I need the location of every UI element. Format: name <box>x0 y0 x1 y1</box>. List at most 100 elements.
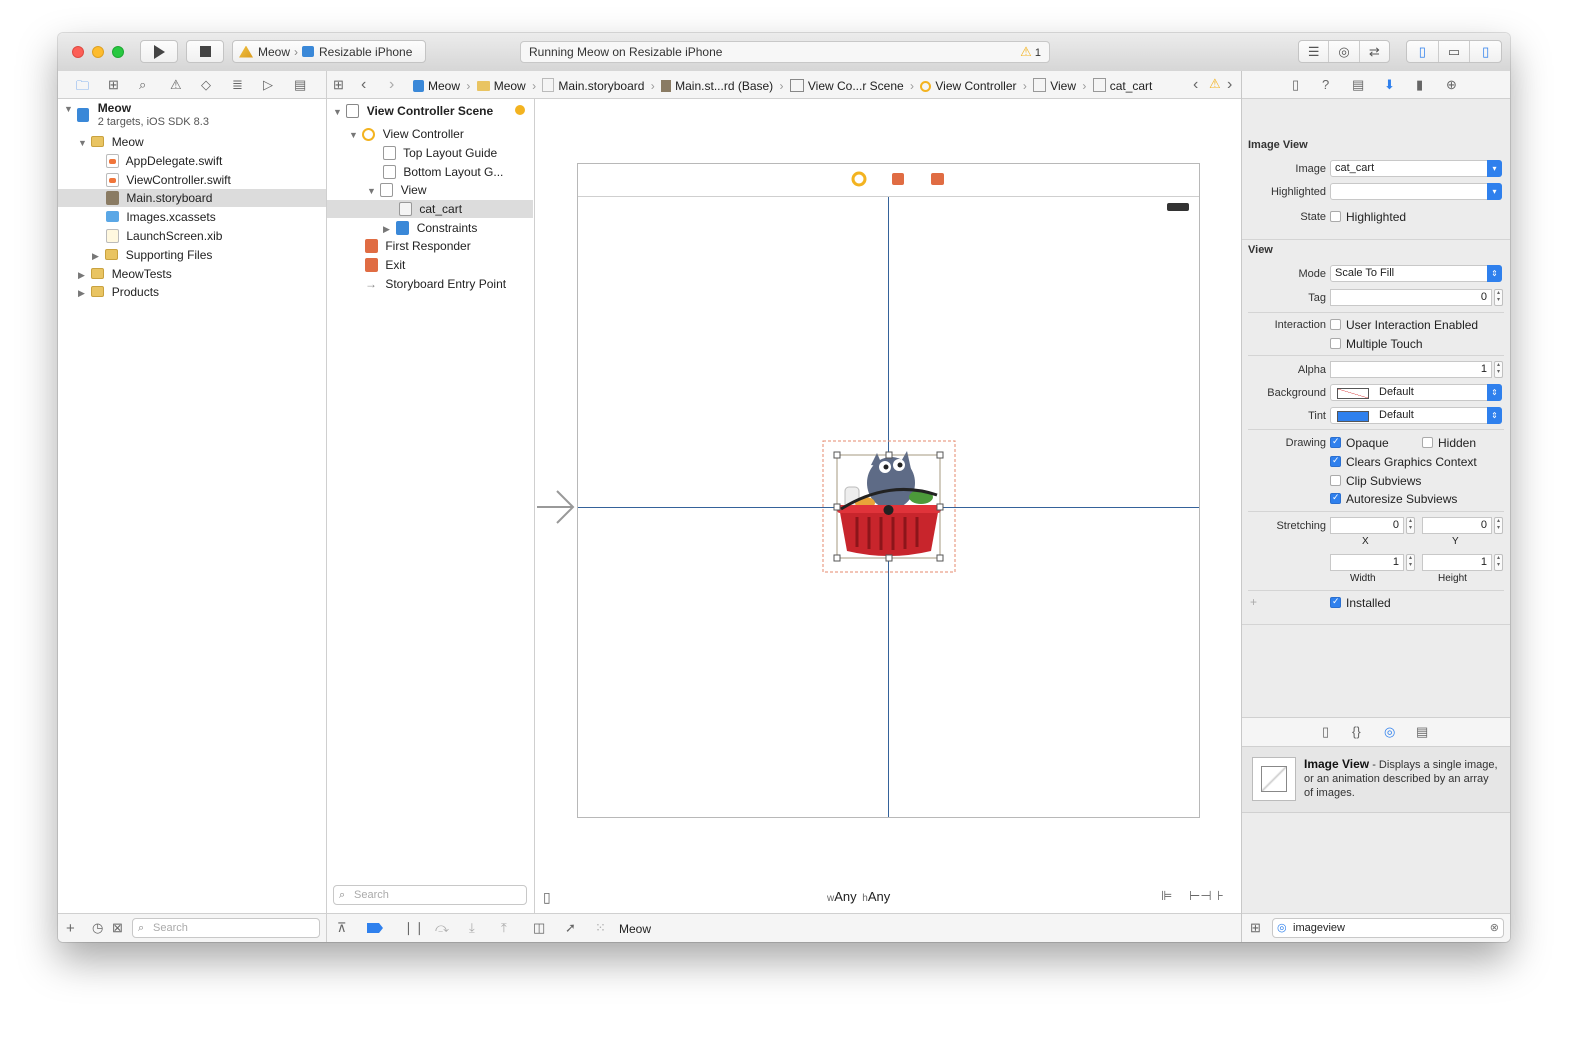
step-over-icon[interactable]: ⤼ <box>435 920 449 936</box>
disclosure-closed-icon[interactable]: ▶ <box>78 284 88 302</box>
tag-field[interactable]: 0 <box>1330 289 1492 306</box>
group-row[interactable]: ▼ Meow <box>78 133 144 151</box>
step-into-icon[interactable]: ⤓ <box>469 920 475 936</box>
interface-builder-canvas[interactable]: ▯ wAny hAny ⊫ ⊢⊣ ⊦ <box>535 99 1241 913</box>
outline-row-selected[interactable]: cat_cart <box>327 200 533 218</box>
navigator-search-field[interactable]: ⌕ Search <box>132 918 320 938</box>
disclosure-open-icon[interactable]: ▼ <box>64 102 74 116</box>
stretch-y-stepper[interactable]: ▴ ▾ <box>1494 517 1503 534</box>
disclosure-closed-icon[interactable]: ▶ <box>92 247 102 265</box>
view-debugger-icon[interactable]: ◫ <box>533 920 545 936</box>
breadcrumb-item[interactable]: cat_cart <box>1110 79 1153 93</box>
close-window-button[interactable] <box>72 46 84 58</box>
file-row[interactable]: LaunchScreen.xib <box>106 227 222 245</box>
standard-editor-icon[interactable]: ☰ <box>1299 41 1330 62</box>
navigator-toggle-icon[interactable]: ▯ <box>1407 41 1439 62</box>
outline-search-field[interactable]: ⌕ Search <box>333 885 527 905</box>
exit-dock-icon[interactable] <box>931 173 944 185</box>
installed-checkbox[interactable] <box>1330 596 1341 608</box>
align-icon[interactable]: ⊫ <box>1161 888 1172 904</box>
breadcrumb-item[interactable]: View Controller <box>935 79 1016 93</box>
highlighted-popup[interactable]: ▾ <box>1330 183 1502 200</box>
storyboard-entry-arrow[interactable] <box>537 490 575 524</box>
disclosure-open-icon[interactable]: ▼ <box>78 134 88 152</box>
breadcrumb-item[interactable]: View <box>1050 79 1076 93</box>
utilities-toggle-icon[interactable]: ▯ <box>1470 41 1501 62</box>
attributes-inspector-icon[interactable]: ⬇ <box>1384 77 1395 93</box>
file-row-selected[interactable]: Main.storyboard <box>58 189 326 207</box>
add-variation-icon[interactable]: + <box>1250 595 1257 609</box>
scene-warning-icon[interactable] <box>515 105 525 115</box>
scm-filter-icon[interactable]: ⊠ <box>112 920 123 936</box>
stretch-y-field[interactable]: 0 <box>1422 517 1492 534</box>
size-inspector-icon[interactable]: ▮ <box>1416 77 1423 93</box>
object-library-icon[interactable]: ◎ <box>1384 724 1395 740</box>
breadcrumb-item[interactable]: Main.storyboard <box>558 79 644 93</box>
opaque-checkbox[interactable] <box>1330 436 1341 448</box>
hidden-checkbox[interactable] <box>1422 437 1433 448</box>
previous-issue-icon[interactable]: ‹ <box>1193 76 1198 94</box>
disclosure-open-icon[interactable]: ▼ <box>349 126 359 144</box>
view-toggle-control[interactable]: ▯ ▭ ▯ <box>1406 40 1502 63</box>
outline-toggle-icon[interactable]: ▯ <box>543 889 551 906</box>
identity-inspector-icon[interactable]: ▤ <box>1352 77 1364 93</box>
test-navigator-icon[interactable]: ◇ <box>201 77 211 93</box>
grid-view-icon[interactable]: ⊞ <box>1250 920 1261 936</box>
group-row[interactable]: ▶ Products <box>78 283 159 301</box>
file-row[interactable]: AppDelegate.swift <box>106 152 222 170</box>
stretch-x-stepper[interactable]: ▴ ▾ <box>1406 517 1415 534</box>
size-class-control[interactable]: wAny hAny <box>827 889 890 904</box>
stretch-width-field[interactable]: 1 <box>1330 554 1404 571</box>
outline-row[interactable]: ▶ Constraints <box>383 219 477 237</box>
help-inspector-icon[interactable]: ? <box>1322 77 1329 92</box>
file-template-library-icon[interactable]: ▯ <box>1322 724 1329 740</box>
outline-row[interactable]: Top Layout Guide <box>383 144 497 162</box>
cat-cart-image[interactable] <box>836 451 941 559</box>
report-navigator-icon[interactable]: ▤ <box>294 77 306 93</box>
issue-navigator-icon[interactable]: ⚠ <box>170 77 182 93</box>
pin-icon[interactable]: ⊢⊣ <box>1189 888 1212 904</box>
alpha-stepper[interactable]: ▴ ▾ <box>1494 361 1503 378</box>
stop-button[interactable] <box>186 40 224 63</box>
pause-icon[interactable]: ❘❘ <box>403 920 425 936</box>
resolve-issues-icon[interactable]: ⊦ <box>1217 888 1224 904</box>
add-icon[interactable]: + <box>66 920 75 937</box>
file-row[interactable]: Images.xcassets <box>106 208 216 226</box>
multiple-touch-checkbox[interactable] <box>1330 338 1341 349</box>
step-out-icon[interactable]: ⤒ <box>501 920 507 936</box>
stretch-x-field[interactable]: 0 <box>1330 517 1404 534</box>
location-icon[interactable]: ➚ <box>565 920 576 936</box>
disclosure-closed-icon[interactable]: ▶ <box>383 220 393 238</box>
stretch-height-stepper[interactable]: ▴ ▾ <box>1494 554 1503 571</box>
project-row[interactable]: ▼ Meow 2 targets, iOS SDK 8.3 <box>64 101 209 131</box>
scheme-selector[interactable]: Meow › Resizable iPhone <box>232 40 426 63</box>
background-color-popup[interactable]: Default ⇕ <box>1330 384 1502 401</box>
library-item-image-view[interactable]: Image View - Displays a single image, or… <box>1242 747 1510 813</box>
recent-files-icon[interactable]: ◷ <box>92 920 103 936</box>
alpha-field[interactable]: 1 <box>1330 361 1492 378</box>
breadcrumb-item[interactable]: Meow <box>428 79 460 93</box>
outline-row[interactable]: ▼ View <box>367 181 426 199</box>
warning-icon[interactable]: ⚠ <box>1209 76 1221 92</box>
warning-indicator[interactable]: ⚠ 1 <box>1020 42 1041 63</box>
file-inspector-icon[interactable]: ▯ <box>1292 77 1299 93</box>
outline-row[interactable]: ▼ View Controller <box>349 125 464 143</box>
symbol-navigator-icon[interactable]: ⊞ <box>108 77 119 93</box>
assistant-editor-icon[interactable]: ◎ <box>1329 41 1360 62</box>
disclosure-open-icon[interactable]: ▼ <box>367 182 377 200</box>
highlighted-checkbox[interactable] <box>1330 211 1341 222</box>
autoresize-checkbox[interactable] <box>1330 492 1341 504</box>
outline-row[interactable]: → Storyboard Entry Point <box>365 275 506 293</box>
breakpoint-navigator-icon[interactable]: ▷ <box>263 77 273 93</box>
disclosure-closed-icon[interactable]: ▶ <box>78 266 88 284</box>
tag-stepper[interactable]: ▴ ▾ <box>1494 289 1503 306</box>
group-row[interactable]: ▶ MeowTests <box>78 265 172 283</box>
stretch-width-stepper[interactable]: ▴ ▾ <box>1406 554 1415 571</box>
editor-mode-control[interactable]: ☰ ◎ ⇄ <box>1298 40 1390 63</box>
library-search-field[interactable]: ◎ imageview ⊗ <box>1272 918 1504 938</box>
next-issue-icon[interactable]: › <box>1227 76 1232 94</box>
forward-arrow-icon[interactable]: › <box>389 76 394 94</box>
group-row[interactable]: ▶ Supporting Files <box>92 246 212 264</box>
back-arrow-icon[interactable]: ‹ <box>361 76 366 94</box>
related-items-icon[interactable]: ⊞ <box>333 77 344 93</box>
